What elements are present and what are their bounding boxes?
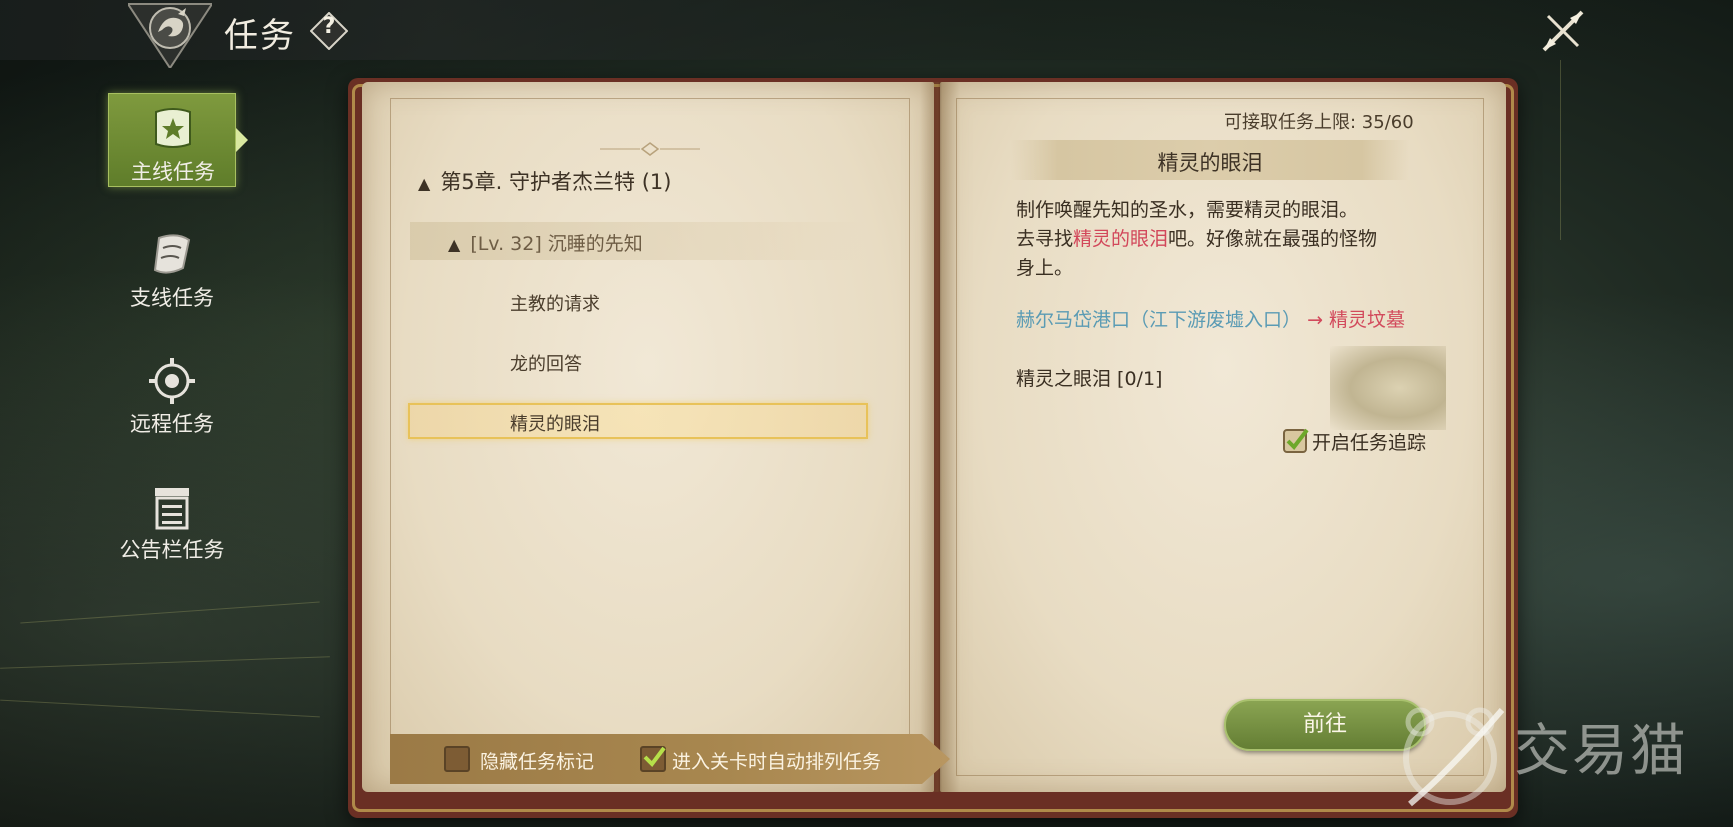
collapse-triangle-icon: ▲	[418, 174, 431, 193]
subchapter-header[interactable]: ▲ [Lv. 32] 沉睡的先知	[448, 229, 643, 256]
quest-item-selected-label: 精灵的眼泪	[510, 414, 600, 435]
watermark-cat-logo	[1403, 707, 1505, 807]
main-quest-scroll-icon	[155, 108, 191, 148]
dragon-emblem-icon	[128, 3, 212, 68]
sidebar-item-label: 主线任务	[131, 160, 215, 184]
checkmark-icon	[643, 746, 666, 768]
active-indicator-icon	[236, 128, 248, 152]
hide-marker-checkbox[interactable]	[444, 746, 470, 772]
hide-marker-label: 隐藏任务标记	[480, 751, 595, 773]
book-spine	[920, 82, 960, 792]
chapter-header[interactable]: ▲ 第5章. 守护者杰兰特 (1)	[418, 166, 671, 196]
chapter-title: 第5章. 守护者杰兰特 (1)	[440, 170, 672, 194]
watermark-text: 交易猫	[1514, 719, 1688, 784]
subchapter-title: [Lv. 32] 沉睡的先知	[470, 233, 643, 255]
help-icon: ?	[322, 14, 336, 39]
track-quest-label: 开启任务追踪	[1312, 432, 1427, 454]
close-icon[interactable]	[1538, 6, 1588, 56]
sidebar-item-label: 远程任务	[130, 412, 214, 436]
quest-title: 精灵的眼泪	[1157, 151, 1263, 175]
location-to: 精灵坟墓	[1329, 309, 1406, 331]
description-line: 制作唤醒先知的圣水，需要精灵的眼泪。	[1016, 199, 1359, 221]
background-line	[1560, 60, 1561, 240]
quest-description: 制作唤醒先知的圣水，需要精灵的眼泪。 去寻找精灵的眼泪吧。好像就在最强的怪物身上…	[1016, 196, 1396, 283]
sidebar-item-label: 公告栏任务	[119, 538, 225, 562]
collapse-triangle-icon: ▲	[448, 235, 461, 254]
description-text: 去寻找	[1016, 228, 1074, 250]
quest-objective: 精灵之眼泪 [0/1]	[1016, 368, 1163, 390]
sidebar-item-notice-board-quest[interactable]: 公告栏任务	[108, 472, 236, 566]
page-title: 任务	[224, 16, 296, 56]
notice-board-icon	[155, 488, 189, 530]
side-quest-scroll-icon	[153, 234, 191, 274]
location-arrow: →	[1307, 309, 1323, 331]
sidebar-item-remote-quest[interactable]: 远程任务	[108, 346, 236, 440]
quest-item[interactable]: 主教的请求	[510, 290, 600, 316]
sidebar-item-side-quest[interactable]: 支线任务	[108, 220, 236, 314]
sidebar-item-main-quest[interactable]: 主线任务	[108, 93, 236, 187]
quest-location[interactable]: 赫尔马岱港口（江下游废墟入口） → 精灵坟墓	[1016, 306, 1406, 335]
target-icon	[149, 358, 195, 404]
auto-sort-label: 进入关卡时自动排列任务	[672, 751, 882, 773]
description-highlight: 精灵的眼泪	[1073, 228, 1169, 250]
track-quest-checkbox[interactable]	[1282, 426, 1310, 454]
location-thumbnail	[1330, 346, 1446, 430]
quest-item-selected[interactable]	[408, 403, 868, 439]
quest-limit: 可接取任务上限: 35/60	[1224, 112, 1414, 133]
location-from: 赫尔马岱港口（江下游废墟入口）	[1016, 309, 1302, 331]
quest-item[interactable]: 龙的回答	[510, 350, 582, 376]
page-ornament-icon	[600, 142, 700, 156]
sidebar-item-label: 支线任务	[130, 286, 214, 310]
description-line: 去寻找精灵的眼泪吧。好像就在最强的怪物身上。	[1016, 225, 1396, 283]
